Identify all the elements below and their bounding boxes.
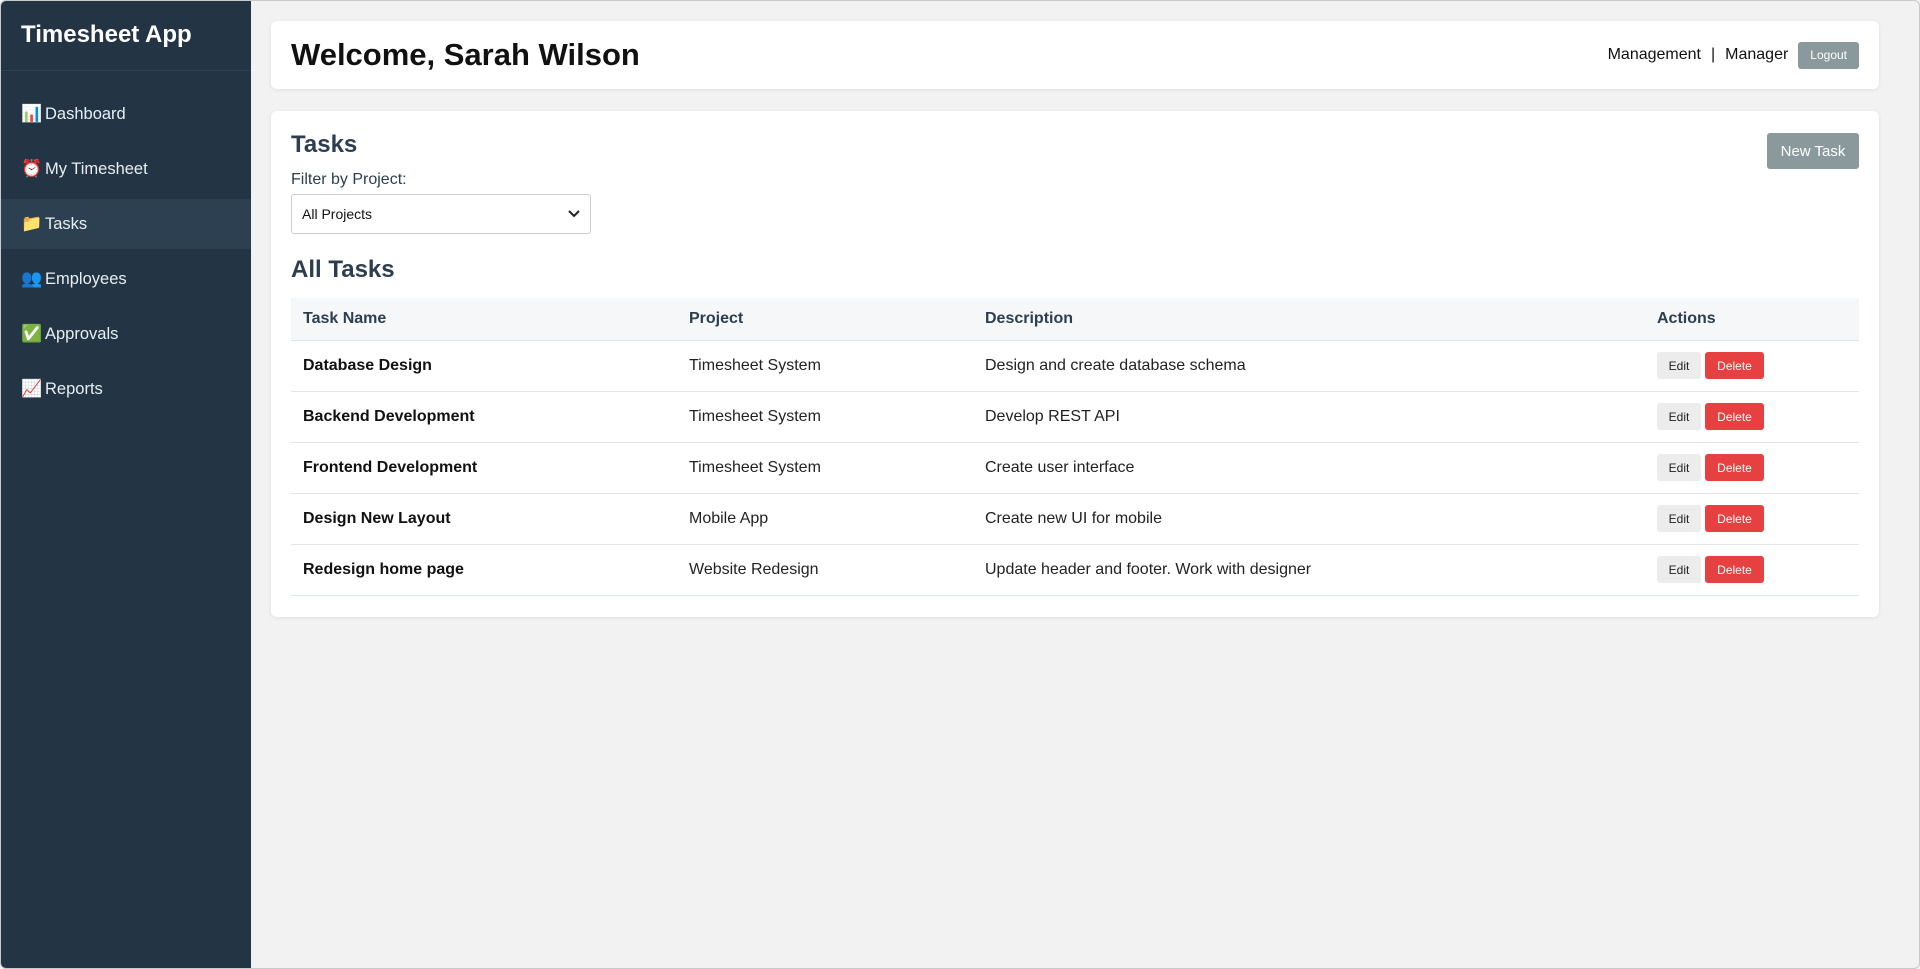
sidebar-item-my-timesheet[interactable]: ⏰ My Timesheet [1,144,251,194]
task-name: Redesign home page [291,544,677,596]
task-project: Mobile App [677,493,973,545]
task-project: Website Redesign [677,544,973,596]
trend-icon: 📈 [21,379,43,398]
task-description: Design and create database schema [973,340,1645,392]
sidebar-nav: 📊 Dashboard ⏰ My Timesheet 📁 Tasks 👥 Employees ✅… [1,89,251,414]
sidebar-item-employees[interactable]: 👥 Employees [1,254,251,304]
table-row: Design New Layout Mobile App Create new UI… [291,493,1859,545]
task-description: Develop REST API [973,391,1645,443]
table-row: Frontend Development Timesheet System Crea… [291,442,1859,494]
task-description: Create new UI for mobile [973,493,1645,545]
sidebar-item-approvals[interactable]: ✅ Approvals [1,309,251,359]
task-name: Frontend Development [291,442,677,494]
main-content: Welcome, Sarah Wilson Management | Manag… [251,1,1919,968]
tasks-title: Tasks [291,131,358,158]
project-filter-value: All Projects [302,206,373,222]
task-name: Database Design [291,340,677,392]
user-department: Management [1607,46,1701,63]
new-task-button[interactable]: New Task [1767,133,1859,169]
sidebar-item-dashboard[interactable]: 📊 Dashboard [1,89,251,139]
logout-button[interactable]: Logout [1798,41,1859,69]
column-header-task-name: Task Name [291,298,677,341]
sidebar-item-label: Dashboard [45,104,126,123]
tasks-table: Task Name Project Description Actions Da… [291,298,1859,596]
check-icon: ✅ [21,324,43,343]
sidebar-item-tasks[interactable]: 📁 Tasks [1,199,251,249]
filter-label: Filter by Project: [291,171,407,188]
task-actions: Edit Delete [1645,391,1859,443]
all-tasks-title: All Tasks [291,256,395,283]
page-header: Welcome, Sarah Wilson Management | Manag… [271,21,1879,89]
sidebar-item-label: Reports [45,379,103,398]
chart-icon: 📊 [21,104,43,123]
welcome-heading: Welcome, Sarah Wilson [291,37,640,72]
task-project: Timesheet System [677,391,973,443]
sidebar-item-label: My Timesheet [45,159,148,178]
user-role: Manager [1725,46,1789,63]
edit-task-button[interactable]: Edit [1657,556,1701,583]
table-row: Backend Development Timesheet System Devel… [291,391,1859,443]
people-icon: 👥 [21,269,43,288]
task-project: Timesheet System [677,340,973,392]
table-row: Redesign home page Website Redesign Update… [291,544,1859,596]
tasks-panel: Tasks New Task Filter by Project: All Pr… [271,111,1879,617]
column-header-description: Description [973,298,1645,341]
delete-task-button[interactable]: Delete [1705,556,1764,583]
sidebar-item-label: Employees [45,269,127,288]
sidebar-item-label: Approvals [45,324,119,343]
task-name: Backend Development [291,391,677,443]
task-description: Create user interface [973,442,1645,494]
sidebar: Timesheet App 📊 Dashboard ⏰ My Timesheet 📁 Ta… [1,1,251,968]
tasks-table-header: Task Name Project Description Actions [291,298,1859,341]
column-header-project: Project [677,298,973,341]
user-info-separator: | [1710,46,1716,63]
app-window: Timesheet App 📊 Dashboard ⏰ My Timesheet 📁 Ta… [0,0,1920,969]
tasks-table-body: Database Design Timesheet System Design an… [291,340,1859,596]
task-actions: Edit Delete [1645,493,1859,545]
task-description: Update header and footer. Work with desi… [973,544,1645,596]
delete-task-button[interactable]: Delete [1705,403,1764,430]
edit-task-button[interactable]: Edit [1657,454,1701,481]
task-actions: Edit Delete [1645,442,1859,494]
table-row: Database Design Timesheet System Design an… [291,340,1859,392]
chevron-down-icon [568,207,580,221]
sidebar-item-reports[interactable]: 📈 Reports [1,364,251,414]
delete-task-button[interactable]: Delete [1705,352,1764,379]
task-actions: Edit Delete [1645,340,1859,392]
edit-task-button[interactable]: Edit [1657,352,1701,379]
edit-task-button[interactable]: Edit [1657,505,1701,532]
delete-task-button[interactable]: Delete [1705,454,1764,481]
column-header-actions: Actions [1645,298,1859,341]
delete-task-button[interactable]: Delete [1705,505,1764,532]
alarm-clock-icon: ⏰ [21,159,43,178]
user-info: Management | Manager Logout [1607,41,1859,69]
task-project: Timesheet System [677,442,973,494]
task-name: Design New Layout [291,493,677,545]
sidebar-item-label: Tasks [45,214,88,233]
project-filter-select[interactable]: All Projects [291,194,591,234]
folder-icon: 📁 [21,214,43,233]
edit-task-button[interactable]: Edit [1657,403,1701,430]
task-actions: Edit Delete [1645,544,1859,596]
app-title: Timesheet App [1,1,251,71]
